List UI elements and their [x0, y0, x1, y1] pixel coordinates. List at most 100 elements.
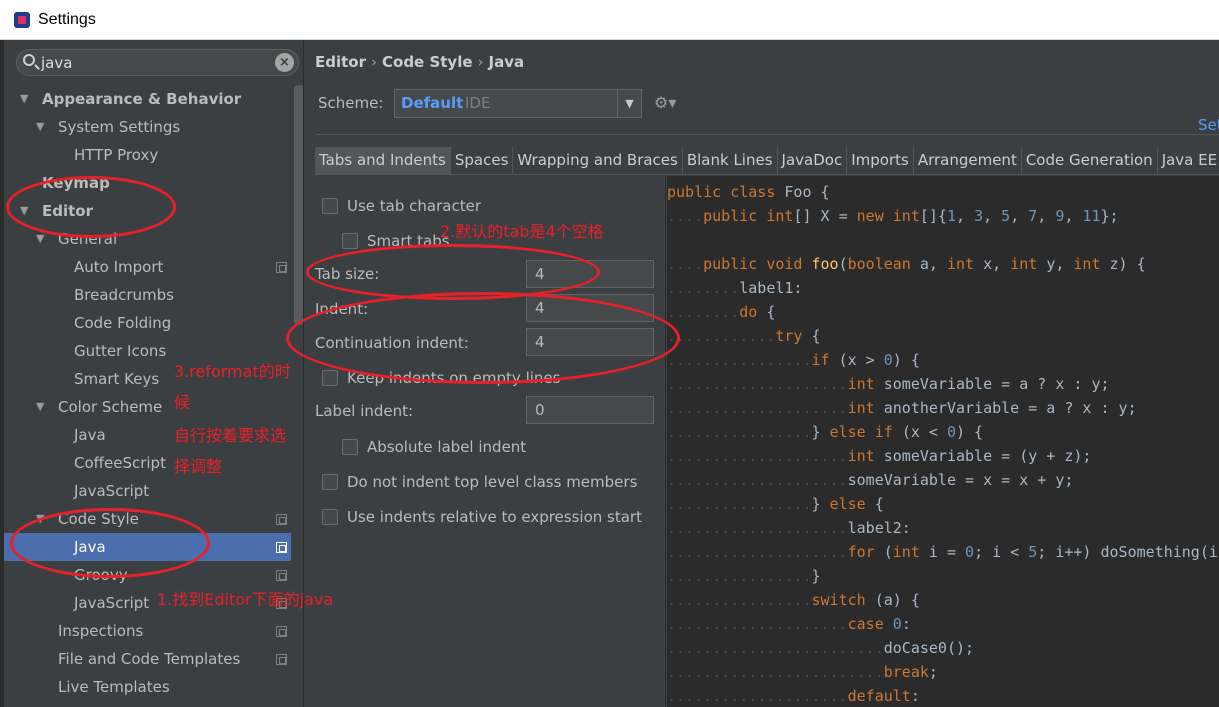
checkbox-box[interactable] [322, 474, 338, 490]
code-line: ....................default: [667, 687, 920, 705]
project-scope-icon [276, 570, 287, 581]
expand-arrow-icon[interactable]: ▼ [36, 225, 48, 253]
tree-item[interactable]: Java [4, 533, 291, 561]
tab-item[interactable]: Tabs and Indents [315, 147, 451, 174]
breadcrumb-java: Java [488, 53, 525, 71]
annotation-text-2: 2.默认的tab是4个空格 [440, 222, 604, 241]
code-line: ....................int someVariable = (… [667, 447, 1092, 465]
tree-item[interactable]: File and Code Templates [4, 645, 291, 673]
code-line: ................switch (a) { [667, 591, 920, 609]
search-icon [23, 54, 35, 66]
divider [316, 134, 1219, 135]
scheme-dropdown[interactable]: Default IDE ▼ [394, 89, 642, 118]
tab-item[interactable]: Imports [847, 147, 914, 174]
annotation-text-3-line1: 3.reformat的时 [174, 362, 291, 381]
breadcrumb-separator: › [477, 53, 484, 71]
tree-item-label: Inspections [58, 622, 144, 640]
tab-item[interactable]: Arrangement [914, 147, 1022, 174]
checkbox-box[interactable] [322, 509, 338, 525]
tree-item[interactable]: Keymap [4, 169, 291, 197]
code-line: ................} [667, 567, 821, 585]
tree-item[interactable]: ▼ Code Style [4, 505, 291, 533]
tab-item[interactable]: Java EE Na [1158, 147, 1219, 174]
tree-item[interactable]: JavaScript [4, 477, 291, 505]
checkbox-box[interactable] [342, 439, 358, 455]
tree-item-label: JavaScript [74, 594, 150, 612]
tab-item[interactable]: Code Generation [1022, 147, 1158, 174]
tree-item-label: Java [74, 426, 106, 444]
tree-item[interactable]: ▼ General [4, 225, 291, 253]
code-line: public class Foo { [667, 183, 830, 201]
code-style-tabs: Tabs and Indents Spaces Wrapping and Brace… [315, 147, 1219, 175]
tab-item[interactable]: JavaDoc [778, 147, 848, 174]
checkbox-box[interactable] [322, 198, 338, 214]
checkbox-label: Use indents relative to expression start [347, 508, 642, 526]
code-line: ........................doCase0(); [667, 639, 975, 657]
code-line: ................if (x > 0) { [667, 351, 920, 369]
tree-item-label: Code Style [58, 510, 139, 528]
tree-item[interactable]: Groovy [4, 561, 291, 589]
tab-size-label: Tab size: [315, 265, 380, 283]
expand-arrow-icon[interactable]: ▼ [20, 85, 32, 113]
code-line: ........label1: [667, 279, 803, 297]
expand-arrow-icon[interactable]: ▼ [36, 393, 48, 421]
tree-item-label: Gutter Icons [74, 342, 167, 360]
tree-item-label: Groovy [74, 566, 128, 584]
checkbox-label: Do not indent top level class members [347, 473, 638, 491]
tree-item-label: Breadcrumbs [74, 286, 174, 304]
tree-item[interactable]: Auto Import [4, 253, 291, 281]
search-input[interactable] [41, 52, 271, 73]
tree-item-label: CoffeeScript [74, 454, 166, 472]
tree-item-label: Keymap [42, 174, 110, 192]
chevron-down-icon[interactable]: ▼ [617, 90, 641, 117]
tree-item[interactable]: Code Folding [4, 309, 291, 337]
tree-item[interactable]: HTTP Proxy [4, 141, 291, 169]
intellij-app-icon [14, 12, 30, 28]
breadcrumb: Editor › Code Style › Java [315, 53, 524, 71]
tree-item[interactable]: ▼ Color Scheme [4, 393, 291, 421]
indent-field[interactable]: 4 [526, 294, 654, 322]
expand-arrow-icon[interactable]: ▼ [36, 505, 48, 533]
search-box[interactable]: × [16, 49, 299, 76]
tab-item[interactable]: Spaces [451, 147, 514, 174]
code-line: ........................break; [667, 663, 938, 681]
continuation-indent-field[interactable]: 4 [526, 328, 654, 356]
tab-item[interactable]: Blank Lines [683, 147, 778, 174]
tree-item-label: Java [74, 538, 106, 556]
code-line: ....................int anotherVariable … [667, 399, 1137, 417]
label-indent-field[interactable]: 0 [526, 396, 654, 424]
tree-item[interactable]: Breadcrumbs [4, 281, 291, 309]
project-scope-icon [276, 262, 287, 273]
tree-item-label: Color Scheme [58, 398, 163, 416]
tree-item-label: General [58, 230, 118, 248]
checkbox-box[interactable] [342, 233, 358, 249]
tab-item[interactable]: Wrapping and Braces [513, 147, 683, 174]
code-line: ....................case 0: [667, 615, 911, 633]
code-line: ................} else if (x < 0) { [667, 423, 984, 441]
project-scope-icon [276, 654, 287, 665]
annotation-text-3-line2: 候 [174, 393, 191, 412]
checkbox-label: Keep indents on empty lines [347, 369, 561, 387]
clear-search-icon[interactable]: × [275, 53, 294, 72]
checkbox-box[interactable] [322, 370, 338, 386]
annotation-text-1: 1.找到Editor下面的java [157, 590, 334, 609]
tree-item[interactable]: CoffeeScript [4, 449, 291, 477]
tree-item[interactable]: ▼ Editor [4, 197, 291, 225]
tree-item[interactable]: Inspections [4, 617, 291, 645]
gear-icon[interactable]: ⚙▾ [654, 93, 676, 112]
tree-item[interactable]: ▼ Appearance & Behavior [4, 85, 291, 113]
expand-arrow-icon[interactable]: ▼ [36, 113, 48, 141]
set-from-link[interactable]: Set [1198, 116, 1219, 134]
tabs-and-indents-options: Use tab character Smart tabs Tab size: 4… [304, 176, 666, 707]
checkbox-label: Smart tabs [367, 232, 450, 250]
tree-item[interactable]: ▼ System Settings [4, 113, 291, 141]
expand-arrow-icon[interactable]: ▼ [20, 197, 32, 225]
tree-item-label: HTTP Proxy [74, 146, 159, 164]
project-scope-icon [276, 542, 287, 553]
tree-item[interactable]: Live Templates [4, 673, 291, 701]
code-line: ....public void foo(boolean a, int x, in… [667, 255, 1146, 273]
scheme-label: Scheme: [318, 94, 384, 112]
code-preview: public class Foo {....public int[] X = n… [667, 176, 1219, 707]
tab-size-field[interactable]: 4 [526, 260, 654, 288]
